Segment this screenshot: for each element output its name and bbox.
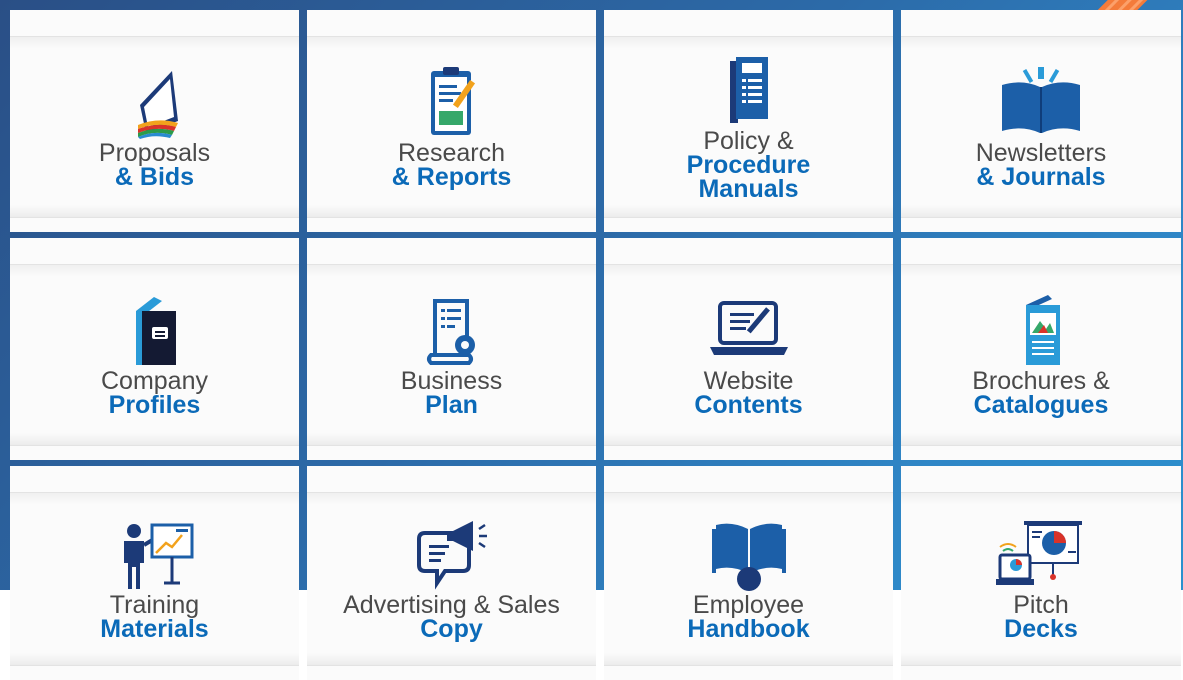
service-title: Pitch [1013, 591, 1069, 619]
card-bottom-band [10, 653, 299, 666]
service-subtitle: & Bids [114, 163, 195, 191]
service-subtitle: Plan [425, 391, 478, 419]
service-subtitle-line2: Manuals [698, 175, 799, 203]
service-title: Proposals [98, 139, 211, 167]
card-bottom-band [901, 433, 1181, 446]
megaphone-speech-bubble-icon [407, 517, 497, 591]
brochure-icon [996, 293, 1086, 367]
business-plan-scroll-icon [407, 293, 497, 367]
service-title: Advertising & Sales [343, 591, 560, 619]
card-top-band [604, 492, 893, 505]
card-bottom-band [604, 205, 893, 218]
service-card-research[interactable]: Research & Reports [307, 10, 596, 232]
service-card-advertising[interactable]: Advertising & Sales Copy [307, 466, 596, 680]
card-bottom-band [307, 205, 596, 218]
company-profile-folder-icon [110, 293, 200, 367]
card-top-band [307, 264, 596, 277]
manual-binder-icon [704, 53, 794, 127]
card-bottom-band [307, 653, 596, 666]
handbook-reader-icon [704, 517, 794, 591]
card-top-band [10, 264, 299, 277]
service-subtitle: Copy [420, 615, 483, 643]
pitch-deck-screen-icon [996, 517, 1086, 591]
service-subtitle: Catalogues [973, 391, 1109, 419]
card-top-band [901, 36, 1181, 49]
service-subtitle: & Journals [976, 163, 1106, 191]
laptop-editing-icon [704, 293, 794, 367]
card-top-band [901, 492, 1181, 505]
service-title: Website [703, 367, 794, 395]
services-grid: Proposals & Bids Research & Reports Poli… [10, 10, 1181, 680]
service-card-employee[interactable]: Employee Handbook [604, 466, 893, 680]
service-card-policy[interactable]: Policy & Procedure Manuals [604, 10, 893, 232]
card-top-band [10, 492, 299, 505]
open-book-icon [996, 65, 1086, 139]
card-bottom-band [901, 653, 1181, 666]
service-card-business[interactable]: Business Plan [307, 238, 596, 460]
service-subtitle: & Reports [391, 163, 512, 191]
card-bottom-band [307, 433, 596, 446]
service-card-newsletters[interactable]: Newsletters & Journals [901, 10, 1181, 232]
service-title: Brochures & [972, 367, 1110, 395]
service-subtitle: Procedure [686, 151, 811, 179]
card-bottom-band [901, 205, 1181, 218]
service-title: Employee [692, 591, 805, 619]
service-title: Policy & [703, 127, 794, 155]
service-title: Newsletters [975, 139, 1107, 167]
trainer-presentation-icon [110, 517, 200, 591]
clipboard-report-icon [407, 65, 497, 139]
card-bottom-band [10, 205, 299, 218]
stacked-book-icon [110, 65, 200, 139]
service-card-training[interactable]: Training Materials [10, 466, 299, 680]
card-bottom-band [10, 433, 299, 446]
service-subtitle: Contents [694, 391, 803, 419]
card-bottom-band [604, 653, 893, 666]
card-top-band [604, 264, 893, 277]
service-title: Business [400, 367, 503, 395]
service-card-website[interactable]: Website Contents [604, 238, 893, 460]
card-top-band [307, 492, 596, 505]
service-card-pitch[interactable]: Pitch Decks [901, 466, 1181, 680]
service-subtitle: Materials [100, 615, 209, 643]
service-card-proposals[interactable]: Proposals & Bids [10, 10, 299, 232]
card-top-band [307, 36, 596, 49]
service-subtitle: Profiles [108, 391, 201, 419]
service-card-company[interactable]: Company Profiles [10, 238, 299, 460]
card-bottom-band [604, 433, 893, 446]
card-top-band [10, 36, 299, 49]
card-top-band [901, 264, 1181, 277]
service-title: Training [109, 591, 200, 619]
service-card-brochures[interactable]: Brochures & Catalogues [901, 238, 1181, 460]
service-subtitle: Handbook [687, 615, 810, 643]
service-title: Research [398, 139, 505, 167]
service-title: Company [101, 367, 208, 395]
card-top-band [604, 36, 893, 49]
service-subtitle: Decks [1004, 615, 1078, 643]
